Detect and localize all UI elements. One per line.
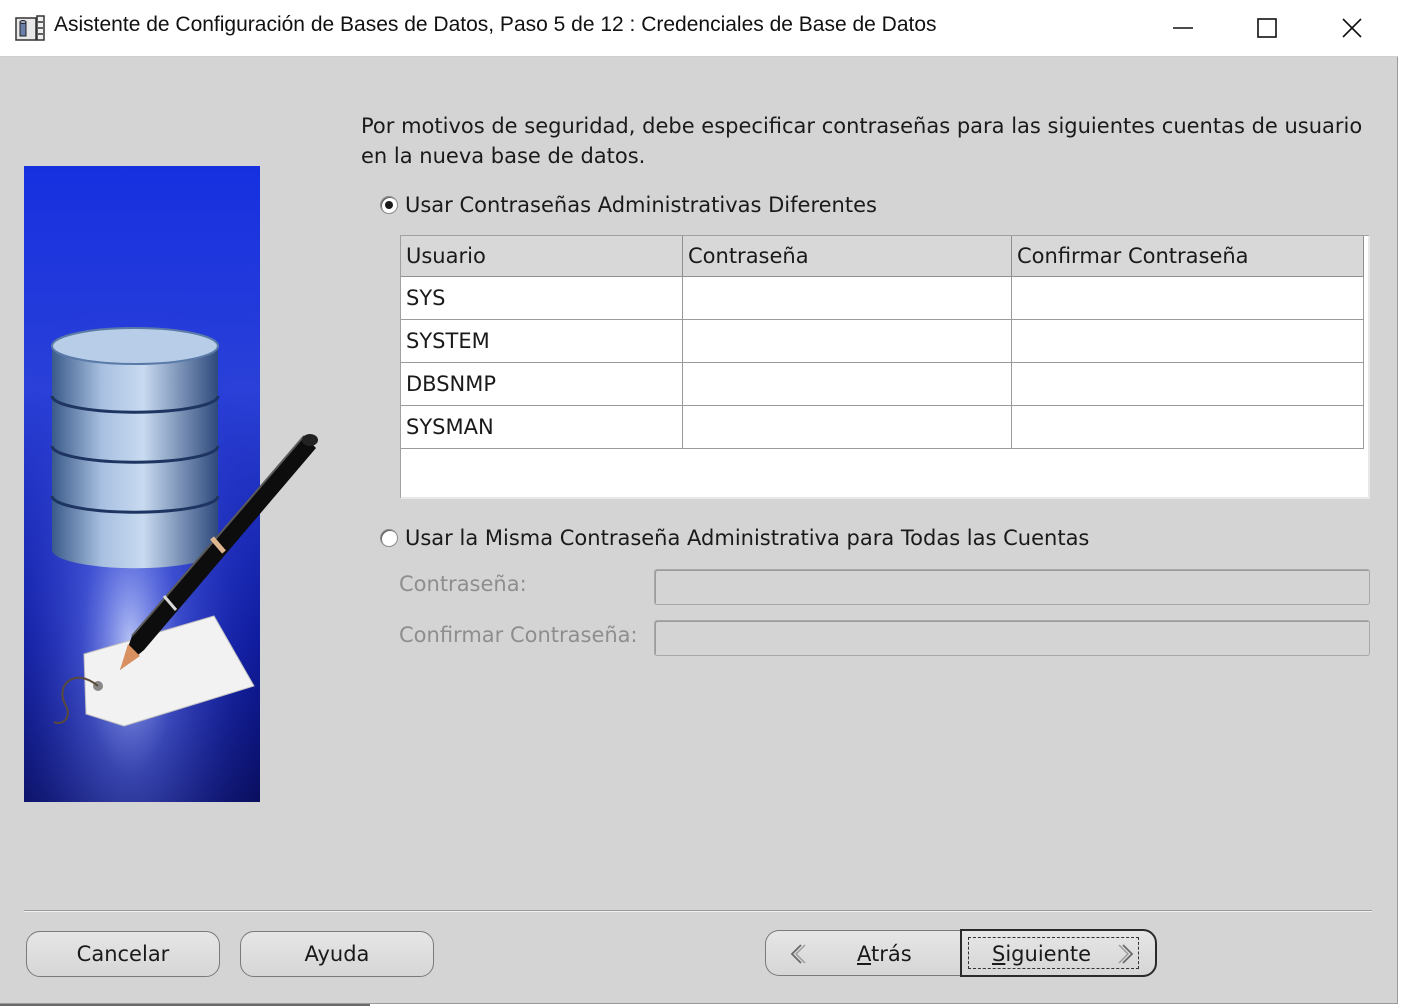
same-password-input[interactable] (654, 569, 1370, 605)
radio-different-label: Usar Contraseñas Administrativas Diferen… (405, 193, 877, 217)
same-confirm-input[interactable] (654, 620, 1370, 656)
dbca-app-icon (15, 15, 45, 41)
table-header: Usuario Contraseña Confirmar Contraseña (401, 236, 1364, 277)
table-body: SYS SYSTEM DBSNMP SYSMAN (401, 277, 1364, 449)
user-cell: DBSNMP (401, 363, 683, 406)
maximize-icon (1257, 18, 1277, 38)
wizard-illustration (24, 166, 318, 802)
back-button[interactable]: Atrás (765, 930, 961, 976)
radio-button-selected[interactable] (380, 196, 398, 214)
table-row[interactable]: DBSNMP (401, 363, 1364, 406)
back-label: Atrás (857, 942, 912, 966)
password-cell[interactable] (683, 320, 1012, 363)
confirm-password-cell[interactable] (1012, 363, 1364, 406)
table-row[interactable]: SYSMAN (401, 406, 1364, 449)
intro-text: Por motivos de seguridad, debe especific… (361, 114, 1363, 168)
radio-different-passwords[interactable]: Usar Contraseñas Administrativas Diferen… (380, 193, 877, 217)
close-icon (1342, 18, 1362, 38)
table-row[interactable]: SYS (401, 277, 1364, 320)
same-confirm-label: Confirmar Contraseña: (399, 623, 638, 647)
title-bar[interactable]: Asistente de Configuración de Bases de D… (0, 0, 1398, 57)
next-mnemonic: S (992, 942, 1006, 966)
radio-button-unselected[interactable] (380, 529, 398, 547)
column-header-contrasena[interactable]: Contraseña (683, 236, 1012, 277)
password-cell[interactable] (683, 406, 1012, 449)
help-button[interactable]: Ayuda (240, 931, 434, 977)
same-password-label: Contraseña: (399, 572, 527, 596)
credentials-table: Usuario Contraseña Confirmar Contraseña … (400, 235, 1370, 499)
confirm-password-cell[interactable] (1012, 320, 1364, 363)
radio-same-password[interactable]: Usar la Misma Contraseña Administrativa … (380, 526, 1089, 550)
chevron-left-icon (790, 944, 806, 964)
window-title: Asistente de Configuración de Bases de D… (54, 13, 937, 36)
next-label: Siguiente (992, 942, 1091, 966)
confirm-password-cell[interactable] (1012, 406, 1364, 449)
column-header-usuario[interactable]: Usuario (401, 236, 683, 277)
minimize-icon (1173, 27, 1193, 29)
database-cylinder-icon (50, 327, 220, 569)
radio-same-label: Usar la Misma Contraseña Administrativa … (405, 526, 1090, 550)
user-cell: SYSTEM (401, 320, 683, 363)
minimize-button[interactable] (1153, 8, 1213, 48)
dbca-window: Asistente de Configuración de Bases de D… (0, 0, 1398, 1004)
next-button[interactable]: Siguiente (960, 929, 1157, 977)
footer-separator (24, 910, 1372, 912)
maximize-button[interactable] (1237, 8, 1297, 48)
navigation-buttons: Atrás Siguiente (765, 929, 1157, 977)
user-cell: SYS (401, 277, 683, 320)
column-header-confirmar[interactable]: Confirmar Contraseña (1012, 236, 1364, 277)
close-button[interactable] (1322, 8, 1382, 48)
password-cell[interactable] (683, 363, 1012, 406)
back-label-rest: trás (871, 942, 912, 966)
user-cell: SYSMAN (401, 406, 683, 449)
next-label-rest: iguiente (1005, 942, 1092, 966)
table-row[interactable]: SYSTEM (401, 320, 1364, 363)
chevron-right-icon (1118, 944, 1134, 964)
cancel-button[interactable]: Cancelar (26, 931, 220, 977)
password-cell[interactable] (683, 277, 1012, 320)
back-mnemonic: A (857, 942, 871, 966)
confirm-password-cell[interactable] (1012, 277, 1364, 320)
